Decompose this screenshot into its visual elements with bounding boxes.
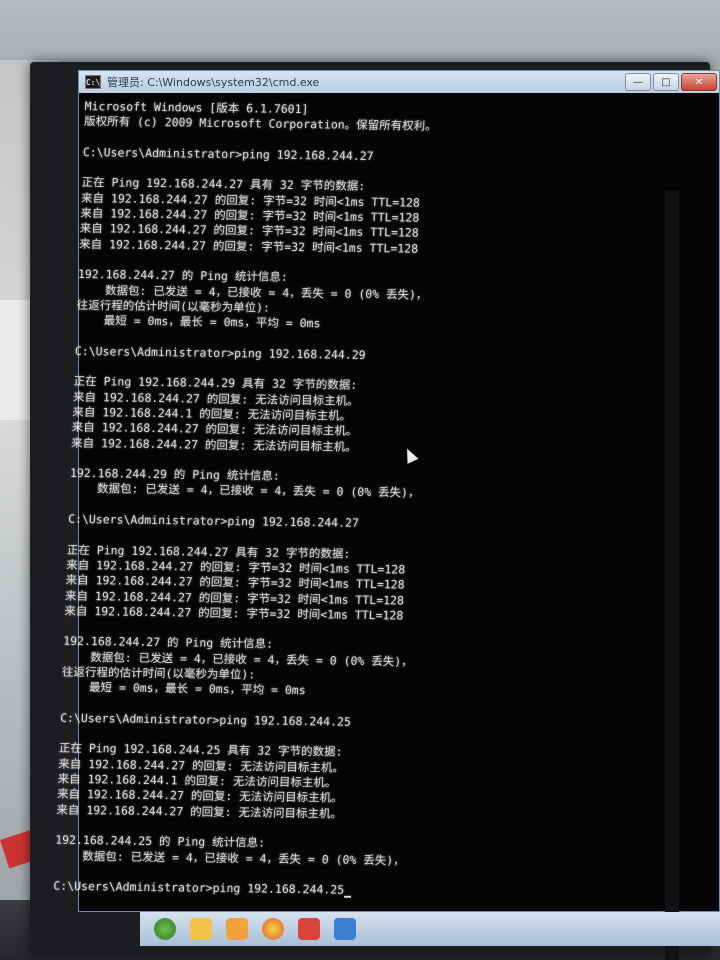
folder-icon[interactable] bbox=[190, 918, 212, 940]
window-controls: — □ ✕ bbox=[625, 73, 717, 91]
minimize-button[interactable]: — bbox=[625, 73, 651, 91]
start-orb-icon[interactable] bbox=[154, 918, 176, 940]
window-titlebar[interactable]: C:\ 管理员: C:\Windows\system32\cmd.exe — □… bbox=[79, 71, 719, 93]
window-title: 管理员: C:\Windows\system32\cmd.exe bbox=[107, 76, 320, 89]
photo-scene: C:\ 管理员: C:\Windows\system32\cmd.exe — □… bbox=[0, 0, 720, 960]
cmd-icon-label: C:\ bbox=[85, 77, 101, 87]
console-output[interactable]: Microsoft Windows [版本 6.1.7601] 版权所有 (c) … bbox=[53, 99, 605, 899]
cmd-icon[interactable]: C:\ bbox=[85, 75, 101, 89]
close-button[interactable]: ✕ bbox=[681, 73, 717, 91]
browser-icon[interactable] bbox=[262, 918, 284, 940]
console-right-edge bbox=[665, 191, 679, 960]
text-cursor bbox=[343, 896, 351, 899]
maximize-button[interactable]: □ bbox=[653, 73, 679, 91]
window-icon[interactable] bbox=[334, 918, 356, 940]
taskbar bbox=[140, 912, 720, 946]
app-icon[interactable] bbox=[298, 918, 320, 940]
cmd-window[interactable]: C:\ 管理员: C:\Windows\system32\cmd.exe — □… bbox=[53, 70, 720, 960]
folder-icon[interactable] bbox=[226, 918, 248, 940]
